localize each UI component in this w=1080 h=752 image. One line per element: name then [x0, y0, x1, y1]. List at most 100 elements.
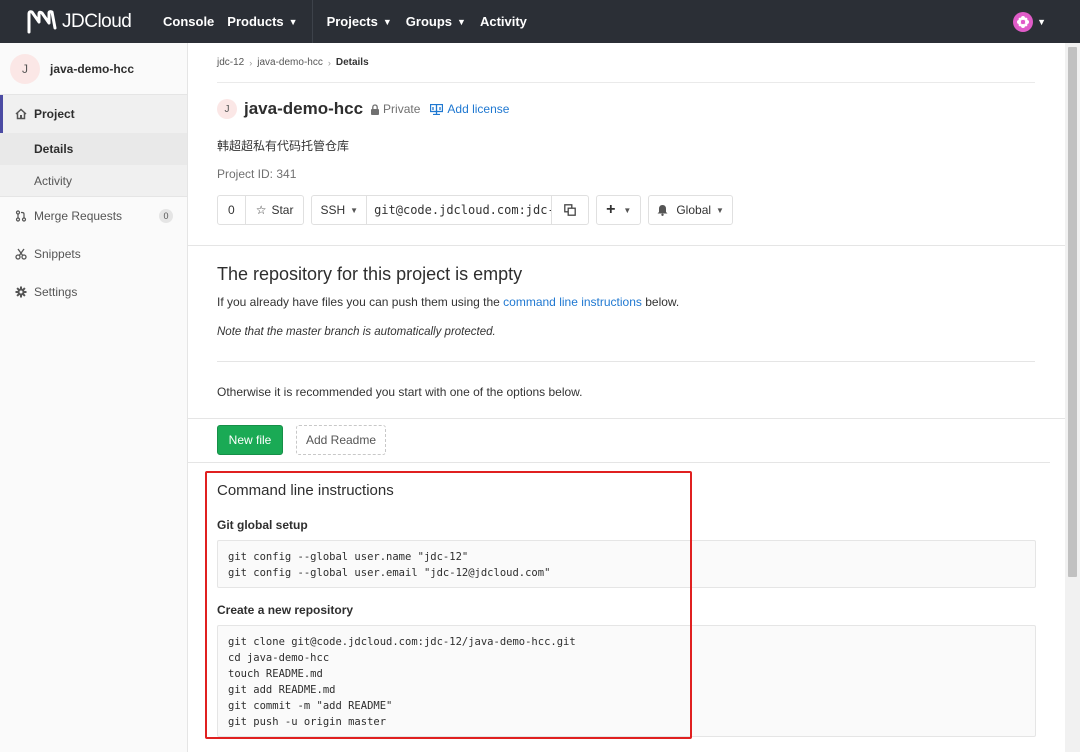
chevron-down-icon: ▼ — [716, 205, 724, 215]
visibility-text: Private — [383, 102, 421, 116]
main-content: jdc-12 › java-demo-hcc › Details J java-… — [188, 43, 1065, 752]
git-global-setup-heading: Git global setup — [217, 518, 308, 532]
license-icon — [430, 103, 444, 115]
project-avatar: J — [10, 53, 40, 84]
star-icon: ☆ — [255, 203, 267, 217]
global-setup-code-block: git config --global user.name "jdc-12" gi… — [217, 540, 1036, 588]
empty-repo-text: If you already have files you can push t… — [217, 295, 679, 309]
protocol-dropdown[interactable]: SSH ▼ — [312, 196, 366, 224]
sidebar-item-label: Activity — [34, 173, 73, 188]
sidebar-item-settings[interactable]: Settings — [0, 273, 187, 311]
code-line: git push -u origin master — [228, 716, 387, 728]
nav-projects-label: Projects — [326, 14, 378, 29]
divider — [188, 418, 1065, 419]
plus-icon: + — [606, 201, 616, 218]
sidebar: J java-demo-hcc Project Details Activity… — [0, 43, 188, 752]
nav-activity[interactable]: Activity — [480, 14, 527, 29]
code-line: git config --global user.email "jdc-12@j… — [228, 567, 551, 579]
project-actions: 0 ☆ Star SSH ▼ git@code.jdcloud.com:jdc-… — [217, 195, 740, 225]
new-file-button[interactable]: New file — [217, 425, 283, 455]
add-readme-button[interactable]: Add Readme — [296, 425, 386, 455]
nav-groups-label: Groups — [405, 14, 453, 29]
lock-icon — [371, 103, 380, 115]
notification-cell: Global ▼ — [649, 196, 732, 224]
nav-console-label: Console — [163, 14, 215, 29]
merge-requests-count-badge: 0 — [159, 209, 173, 223]
breadcrumb-current[interactable]: Details — [336, 57, 369, 68]
star-group: 0 ☆ Star — [217, 195, 305, 225]
chevron-down-icon: ▼ — [382, 16, 392, 27]
project-avatar: J — [217, 99, 237, 119]
empty-text-before: If you already have files you can push t… — [217, 295, 504, 309]
visibility-label: Private — [370, 102, 420, 116]
flower-avatar-icon — [1013, 12, 1034, 32]
protected-branch-note: Note that the master branch is automatic… — [217, 326, 496, 338]
nav-console[interactable]: Console — [163, 14, 214, 29]
divider — [188, 462, 1050, 463]
scissors-icon — [14, 248, 28, 260]
empty-text-after: below. — [641, 295, 680, 309]
sidebar-project-name: java-demo-hcc — [50, 61, 135, 76]
top-navbar: JDCloud Console Products ▼ Projects ▼ Grou… — [0, 0, 1080, 43]
copy-url-button[interactable] — [551, 196, 588, 224]
command-line-instructions-link[interactable]: command line instructions — [503, 295, 642, 309]
logo-text: JDCloud — [62, 10, 132, 32]
protocol-label: SSH — [320, 203, 346, 217]
sidebar-subitem-details[interactable]: Details — [0, 133, 187, 165]
add-dropdown-button[interactable]: + ▼ — [596, 195, 642, 225]
chevron-right-icon: › — [327, 57, 331, 68]
logo[interactable]: JDCloud — [26, 8, 146, 36]
divider — [217, 82, 1035, 83]
chevron-down-icon: ▼ — [457, 16, 466, 27]
sidebar-item-label: Settings — [34, 285, 78, 299]
sidebar-item-label: Project — [34, 107, 75, 121]
copy-icon — [564, 204, 576, 216]
nav-activity-label: Activity — [479, 14, 527, 29]
page-scrollbar[interactable] — [1065, 43, 1080, 752]
nav-projects[interactable]: Projects ▼ — [327, 14, 392, 29]
breadcrumb-group-link[interactable]: jdc-12 — [217, 57, 244, 68]
scrollbar-thumb[interactable] — [1068, 47, 1077, 577]
sidebar-item-snippets[interactable]: Snippets — [0, 235, 187, 273]
add-license-link[interactable]: Add license — [430, 102, 509, 116]
sidebar-subitem-activity[interactable]: Activity — [0, 165, 187, 197]
divider — [188, 245, 1065, 246]
nav-groups[interactable]: Groups ▼ — [406, 14, 466, 29]
code-line: git commit -m "add README" — [228, 700, 393, 712]
clone-url-input[interactable]: git@code.jdcloud.com:jdc-1 — [366, 196, 551, 224]
breadcrumb: jdc-12 › java-demo-hcc › Details — [217, 57, 369, 68]
code-line: git config --global user.name "jdc-12" — [228, 551, 469, 563]
code-line: cd java-demo-hcc — [228, 652, 330, 664]
create-repo-heading: Create a new repository — [217, 603, 354, 617]
code-line: touch README.md — [228, 668, 323, 680]
home-icon — [14, 108, 28, 120]
project-description: 韩超超私有代码托管仓库 — [217, 139, 350, 153]
notification-label: Global — [676, 203, 712, 217]
options-text: Otherwise it is recommended you start wi… — [217, 385, 583, 399]
nav-products-label: Products — [227, 14, 284, 29]
chevron-down-icon: ▼ — [1037, 17, 1046, 27]
sidebar-item-merge-requests[interactable]: Merge Requests 0 — [0, 197, 187, 235]
code-line: git add README.md — [228, 684, 336, 696]
create-repo-code-block: git clone git@code.jdcloud.com:jdc-12/ja… — [217, 625, 1036, 737]
divider — [217, 361, 1035, 362]
jdcloud-logo-icon — [27, 9, 57, 33]
nav-products[interactable]: Products ▼ — [227, 14, 297, 29]
sidebar-item-label: Merge Requests — [34, 209, 123, 223]
chevron-right-icon: › — [249, 57, 253, 68]
notification-dropdown[interactable]: Global ▼ — [648, 195, 733, 225]
clone-group: SSH ▼ git@code.jdcloud.com:jdc-1 — [311, 195, 590, 225]
nav-divider — [311, 0, 313, 43]
chevron-down-icon: ▼ — [350, 205, 359, 215]
breadcrumb-project-link[interactable]: java-demo-hcc — [257, 57, 323, 68]
star-button[interactable]: ☆ Star — [244, 196, 304, 224]
sidebar-item-label: Details — [34, 142, 74, 156]
project-title-row: J java-demo-hcc Private Add license — [217, 99, 509, 119]
user-menu[interactable]: ▼ — [1013, 12, 1046, 32]
chevron-down-icon: ▼ — [288, 16, 298, 27]
sidebar-project-header[interactable]: J java-demo-hcc — [0, 43, 187, 95]
add-dropdown-cell: + ▼ — [597, 196, 640, 224]
bell-icon — [657, 205, 668, 216]
star-count: 0 — [228, 203, 235, 217]
sidebar-item-project[interactable]: Project — [0, 95, 187, 133]
